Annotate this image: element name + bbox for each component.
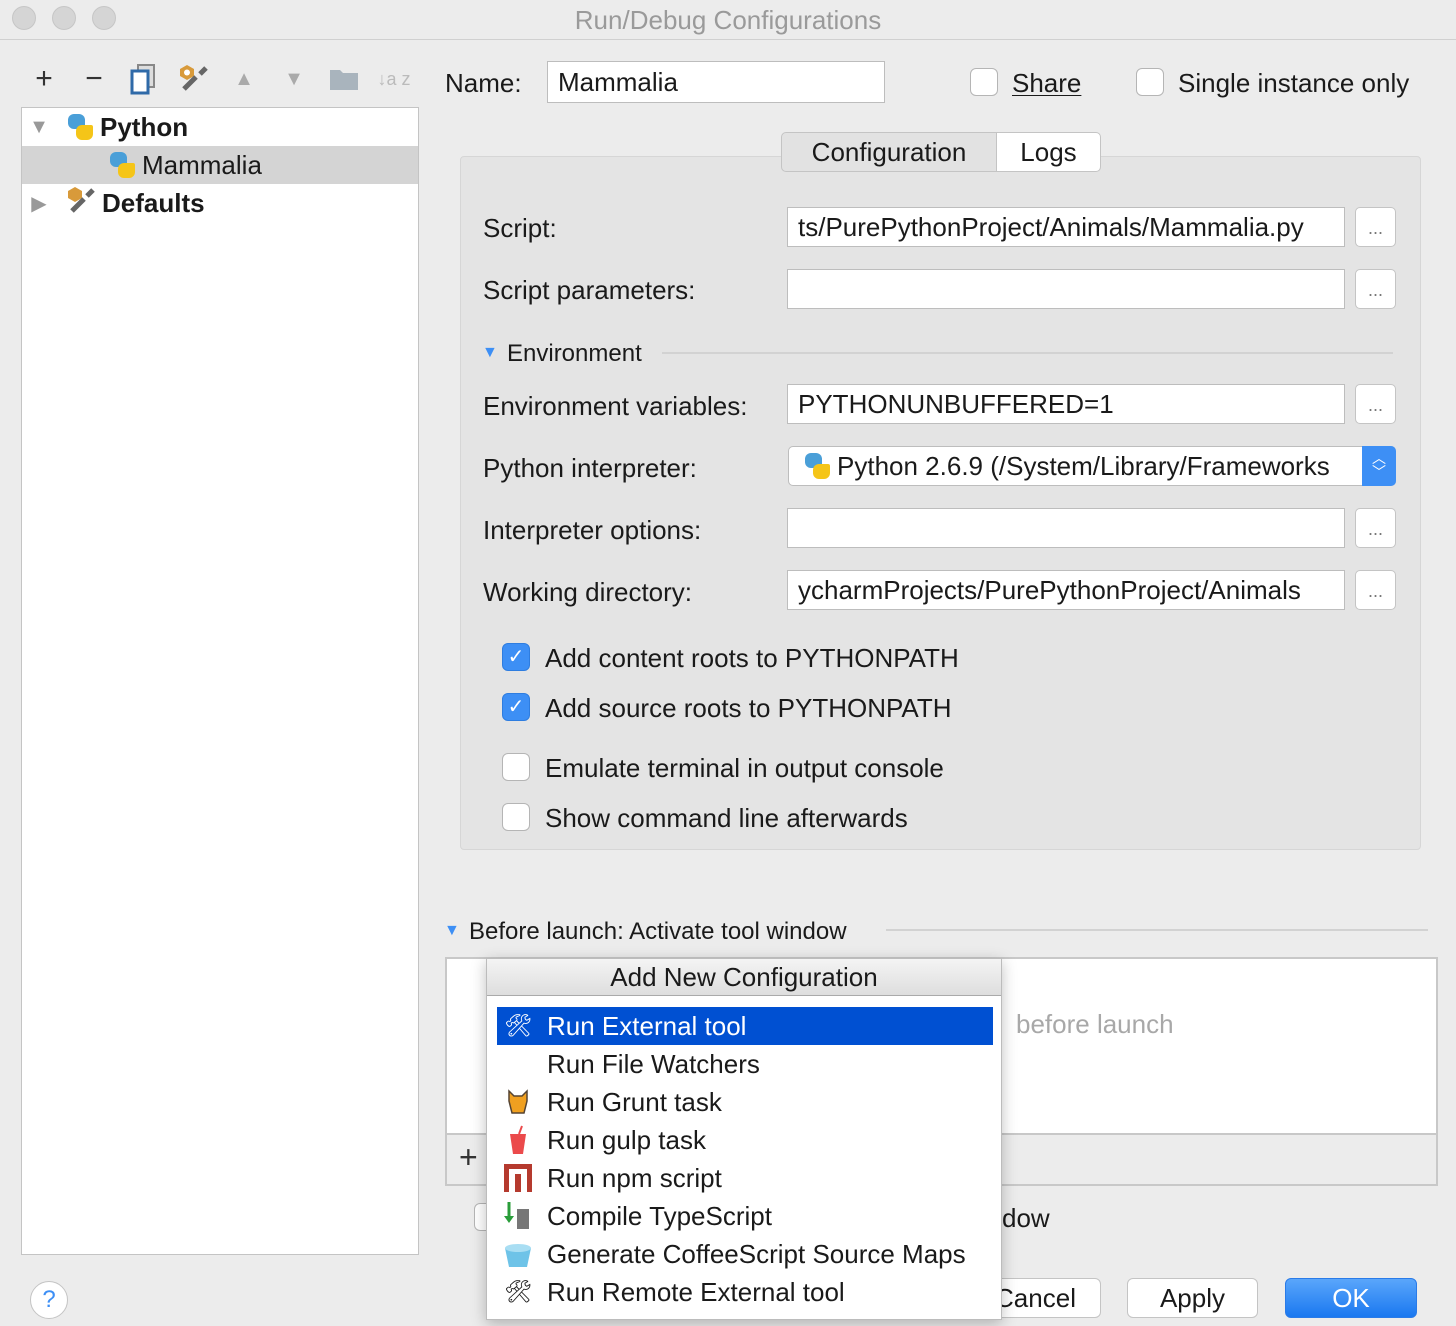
- menu-item-run-file-watchers[interactable]: Run File Watchers: [497, 1045, 993, 1083]
- move-up-button[interactable]: ▲: [227, 62, 261, 96]
- show-command-line-checkbox[interactable]: [502, 803, 530, 831]
- coffeescript-icon: [503, 1239, 533, 1269]
- popup-title: Add New Configuration: [487, 959, 1001, 996]
- menu-item-run-npm-script[interactable]: Run npm script: [497, 1159, 993, 1197]
- tree-item-python[interactable]: ▼ Python: [22, 108, 418, 146]
- source-roots-label[interactable]: Add source roots to PYTHONPATH: [545, 693, 952, 724]
- menu-item-label: Run Remote External tool: [547, 1276, 845, 1307]
- help-button[interactable]: ?: [30, 1281, 68, 1319]
- environment-expand-icon[interactable]: ▼: [482, 344, 498, 362]
- working-dir-label: Working directory:: [483, 577, 693, 607]
- menu-item-label: Run gulp task: [547, 1124, 706, 1155]
- script-label: Script:: [483, 213, 557, 243]
- grunt-icon: [503, 1087, 533, 1117]
- working-dir-input[interactable]: ycharmProjects/PurePythonProject/Animals: [787, 570, 1345, 610]
- menu-item-run-gulp-task[interactable]: Run gulp task: [497, 1121, 993, 1159]
- menu-item-label: Generate CoffeeScript Source Maps: [547, 1238, 966, 1269]
- empty-list-text: before launch: [1016, 1009, 1174, 1039]
- configuration-panel: [460, 156, 1421, 850]
- script-params-label: Script parameters:: [483, 275, 696, 305]
- env-vars-input[interactable]: PYTHONUNBUFFERED=1: [787, 384, 1345, 424]
- before-launch-expand-icon[interactable]: ▼: [444, 922, 460, 940]
- menu-item-run-remote-external-tool[interactable]: 🛠 Run Remote External tool: [497, 1273, 993, 1311]
- menu-item-run-external-tool[interactable]: 🛠 Run External tool: [497, 1007, 993, 1045]
- name-label: Name:: [445, 68, 522, 98]
- tree-item-label: Python: [100, 111, 189, 142]
- emulate-terminal-label[interactable]: Emulate terminal in output console: [545, 753, 944, 784]
- add-configuration-button[interactable]: +: [27, 62, 61, 96]
- activate-tool-window-label[interactable]: dow: [1002, 1203, 1050, 1234]
- wrench-icon: [66, 185, 96, 222]
- share-label[interactable]: Share: [1012, 68, 1081, 99]
- interp-options-label: Interpreter options:: [483, 515, 702, 545]
- script-params-input[interactable]: [787, 269, 1345, 309]
- folder-icon[interactable]: [327, 62, 361, 96]
- single-instance-label[interactable]: Single instance only: [1178, 68, 1409, 99]
- tree-item-mammalia[interactable]: Mammalia: [22, 146, 418, 184]
- menu-item-label: Run npm script: [547, 1162, 722, 1193]
- add-task-button[interactable]: +: [459, 1139, 478, 1176]
- tab-logs[interactable]: Logs: [996, 132, 1101, 172]
- emulate-terminal-checkbox[interactable]: [502, 753, 530, 781]
- name-input[interactable]: Mammalia: [547, 61, 885, 103]
- expand-arrow-icon[interactable]: ▼: [24, 116, 54, 139]
- source-roots-checkbox[interactable]: ✓: [502, 693, 530, 721]
- tree-item-defaults[interactable]: ▶ Defaults: [22, 184, 418, 222]
- ok-button[interactable]: OK: [1285, 1278, 1417, 1318]
- before-launch-header[interactable]: Before launch: Activate tool window: [469, 918, 847, 946]
- script-params-browse-button[interactable]: ...: [1355, 269, 1396, 309]
- copy-icon[interactable]: [127, 62, 161, 96]
- python-icon: [108, 151, 136, 179]
- menu-item-generate-coffeescript-maps[interactable]: Generate CoffeeScript Source Maps: [497, 1235, 993, 1273]
- interpreter-label: Python interpreter:: [483, 453, 697, 483]
- script-browse-button[interactable]: ...: [1355, 207, 1396, 247]
- show-command-line-label[interactable]: Show command line afterwards: [545, 803, 908, 834]
- remove-configuration-button[interactable]: −: [77, 62, 111, 96]
- share-checkbox[interactable]: [970, 68, 998, 96]
- gulp-icon: [503, 1125, 533, 1155]
- menu-item-label: Run File Watchers: [547, 1048, 760, 1079]
- title-bar: Run/Debug Configurations: [0, 0, 1456, 40]
- menu-item-label: Compile TypeScript: [547, 1200, 772, 1231]
- divider: [662, 352, 1393, 354]
- wrench-icon[interactable]: [177, 62, 211, 96]
- divider: [886, 929, 1428, 931]
- tools-icon: 🛠: [504, 1279, 532, 1304]
- content-roots-label[interactable]: Add content roots to PYTHONPATH: [545, 643, 959, 674]
- environment-header[interactable]: Environment: [507, 340, 642, 368]
- interpreter-select[interactable]: Python 2.6.9 (/System/Library/Frameworks: [788, 446, 1396, 486]
- interp-options-browse-button[interactable]: ...: [1355, 508, 1396, 548]
- typescript-compile-icon: [503, 1201, 533, 1231]
- tab-configuration[interactable]: Configuration: [781, 132, 997, 172]
- python-icon: [66, 113, 94, 141]
- menu-item-label: Run External tool: [547, 1010, 747, 1041]
- working-dir-browse-button[interactable]: ...: [1355, 570, 1396, 610]
- content-roots-checkbox[interactable]: ✓: [502, 643, 530, 671]
- menu-item-label: Run Grunt task: [547, 1086, 722, 1117]
- interpreter-value: Python 2.6.9 (/System/Library/Frameworks: [837, 450, 1330, 481]
- menu-item-compile-typescript[interactable]: Compile TypeScript: [497, 1197, 993, 1235]
- npm-icon: [503, 1163, 533, 1193]
- interp-options-input[interactable]: [787, 508, 1345, 548]
- add-new-configuration-popup: Add New Configuration 🛠 Run External tool…: [486, 958, 1002, 1320]
- menu-item-run-grunt-task[interactable]: Run Grunt task: [497, 1083, 993, 1121]
- apply-button[interactable]: Apply: [1127, 1278, 1258, 1318]
- sort-icon[interactable]: ↓a z: [377, 62, 411, 96]
- env-vars-browse-button[interactable]: ...: [1355, 384, 1396, 424]
- window-title: Run/Debug Configurations: [574, 5, 882, 35]
- collapse-arrow-icon[interactable]: ▶: [24, 191, 54, 216]
- script-input[interactable]: ts/PurePythonProject/Animals/Mammalia.py: [787, 207, 1345, 247]
- chevron-updown-icon[interactable]: ︿ ﹀: [1362, 446, 1396, 486]
- env-vars-label: Environment variables:: [483, 391, 748, 421]
- blank-icon: [503, 1049, 533, 1079]
- tree-item-label: Mammalia: [142, 149, 262, 180]
- tools-icon: 🛠: [504, 1013, 532, 1038]
- tree-item-label: Defaults: [102, 187, 205, 218]
- move-down-button[interactable]: ▼: [277, 62, 311, 96]
- single-instance-checkbox[interactable]: [1136, 68, 1164, 96]
- python-icon: [803, 452, 831, 480]
- configuration-tree[interactable]: ▼ Python Mammalia ▶ Defaults: [21, 107, 419, 1255]
